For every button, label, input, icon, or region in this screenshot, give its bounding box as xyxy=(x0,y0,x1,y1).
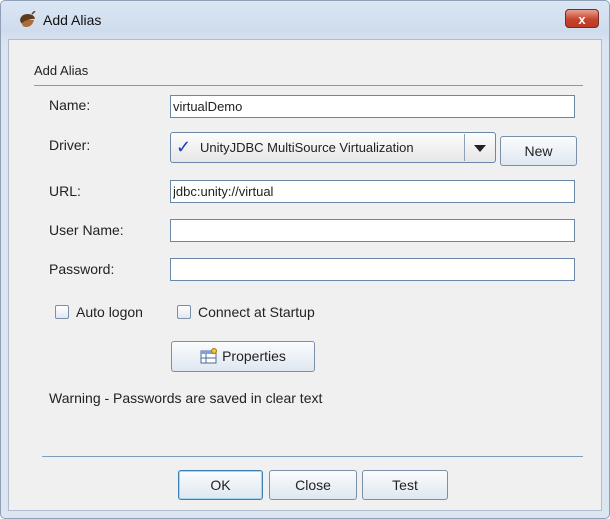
acorn-icon xyxy=(20,11,36,27)
password-label: Password: xyxy=(49,261,115,277)
password-warning: Warning - Passwords are saved in clear t… xyxy=(49,390,323,406)
driver-select[interactable]: ✓ UnityJDBC MultiSource Virtualization xyxy=(170,132,496,163)
window-title: Add Alias xyxy=(43,12,102,28)
name-label: Name: xyxy=(49,97,91,113)
test-button[interactable]: Test xyxy=(362,470,448,500)
close-button[interactable]: Close xyxy=(269,470,357,500)
group-separator xyxy=(34,85,583,86)
connect-startup-label[interactable]: Connect at Startup xyxy=(198,304,315,320)
password-field[interactable] xyxy=(170,258,575,281)
chevron-down-icon[interactable] xyxy=(464,134,494,161)
user-name-label: User Name: xyxy=(49,222,124,238)
close-icon: x xyxy=(578,12,586,27)
user-name-field[interactable] xyxy=(170,219,575,242)
auto-logon-checkbox[interactable] xyxy=(55,305,69,319)
url-label: URL: xyxy=(49,183,81,199)
window-close-button[interactable]: x xyxy=(565,9,599,28)
url-field[interactable] xyxy=(170,180,575,203)
name-field[interactable] xyxy=(170,95,575,118)
title-bar[interactable]: Add Alias x xyxy=(1,1,609,39)
driver-selected-value: UnityJDBC MultiSource Virtualization xyxy=(200,140,414,155)
connect-startup-checkbox[interactable] xyxy=(177,305,191,319)
group-title: Add Alias xyxy=(34,63,89,78)
checkmark-icon: ✓ xyxy=(176,137,192,157)
auto-logon-label[interactable]: Auto logon xyxy=(76,304,143,320)
footer-separator xyxy=(42,456,583,457)
driver-label: Driver: xyxy=(49,137,91,153)
new-driver-button[interactable]: New xyxy=(500,136,577,166)
ok-button[interactable]: OK xyxy=(178,470,263,500)
properties-button[interactable]: Properties xyxy=(171,341,315,372)
properties-label: Properties xyxy=(222,348,286,364)
properties-icon xyxy=(200,347,218,364)
